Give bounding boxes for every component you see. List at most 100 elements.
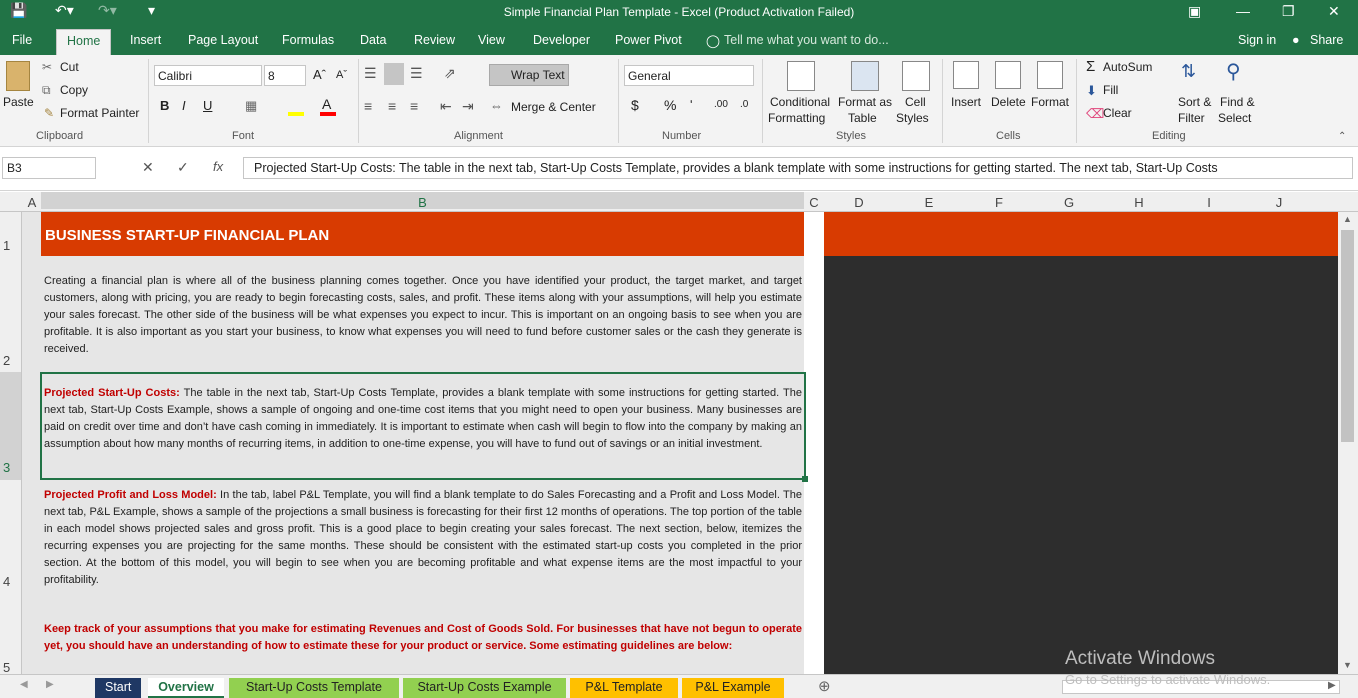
assumptions-paragraph[interactable]: Keep track of your assumptions that you … (44, 621, 802, 655)
column-header-b[interactable]: B (41, 192, 804, 210)
row-header-4[interactable]: 4 (3, 574, 10, 589)
number-format-select[interactable]: General (624, 65, 754, 86)
paste-button[interactable]: Paste (3, 95, 34, 109)
startup-costs-paragraph[interactable]: Projected Start-Up Costs: The table in t… (44, 385, 802, 453)
prev-sheet-icon[interactable]: ◀ (20, 679, 28, 690)
insert-cells-icon[interactable] (953, 61, 979, 89)
cancel-icon[interactable]: ✕ (142, 159, 154, 176)
tab-developer[interactable]: Developer (533, 33, 590, 47)
tab-view[interactable]: View (478, 33, 505, 47)
row-header-1[interactable]: 1 (3, 238, 10, 253)
comma-icon[interactable]: ʹ (690, 97, 692, 112)
tab-page-layout[interactable]: Page Layout (188, 33, 258, 47)
sheet-tab-pl-example[interactable]: P&L Example (682, 678, 784, 698)
format-as-table-label1[interactable]: Format as (838, 95, 892, 109)
font-color-icon[interactable]: A (322, 96, 331, 112)
scroll-down-icon[interactable]: ▼ (1343, 660, 1352, 670)
tab-insert[interactable]: Insert (130, 33, 161, 47)
sort-filter-icon[interactable]: ⇅ (1181, 61, 1196, 82)
sort-filter-label1[interactable]: Sort & (1178, 95, 1211, 109)
intro-paragraph[interactable]: Creating a financial plan is where all o… (44, 273, 802, 358)
bold-icon[interactable]: B (160, 98, 169, 113)
column-header-f[interactable]: F (964, 195, 1034, 210)
next-sheet-icon[interactable]: ▶ (46, 679, 54, 690)
scroll-up-icon[interactable]: ▲ (1343, 214, 1352, 224)
column-header-d[interactable]: D (824, 195, 894, 210)
orientation-icon[interactable]: ⇗ (444, 65, 456, 82)
cut-button[interactable]: Cut (60, 60, 79, 74)
fill-color-icon[interactable] (288, 112, 304, 116)
align-top-icon[interactable]: ☰ (364, 65, 377, 82)
column-header-h[interactable]: H (1104, 195, 1174, 210)
sheet-tab-overview[interactable]: Overview (148, 678, 224, 698)
borders-icon[interactable]: ▦ (245, 98, 257, 114)
delete-cells-icon[interactable] (995, 61, 1021, 89)
decrease-decimal-icon[interactable]: .0 (740, 99, 748, 110)
share-button[interactable]: Share (1310, 33, 1343, 47)
sheet-title[interactable]: BUSINESS START-UP FINANCIAL PLAN (45, 227, 329, 244)
scroll-thumb[interactable] (1341, 230, 1354, 442)
currency-icon[interactable]: $ (631, 97, 639, 113)
row-header-5[interactable]: 5 (3, 660, 10, 675)
font-name-select[interactable]: Calibri (154, 65, 262, 86)
format-as-table-icon[interactable] (851, 61, 879, 91)
cell-styles-label2[interactable]: Styles (896, 111, 929, 125)
tab-data[interactable]: Data (360, 33, 386, 47)
column-header-a[interactable]: A (24, 195, 40, 210)
sign-in-link[interactable]: Sign in (1238, 33, 1276, 47)
column-header-g[interactable]: G (1034, 195, 1104, 210)
column-header-i[interactable]: I (1174, 195, 1244, 210)
align-bottom-icon[interactable]: ☰ (410, 65, 423, 82)
vertical-scrollbar[interactable]: ▲ ▼ (1338, 212, 1358, 674)
insert-cells-button[interactable]: Insert (951, 95, 981, 109)
clear-button[interactable]: Clear (1103, 106, 1132, 120)
format-cells-icon[interactable] (1037, 61, 1063, 89)
conditional-formatting-icon[interactable] (787, 61, 815, 91)
tab-power-pivot[interactable]: Power Pivot (615, 33, 682, 47)
cell-styles-label1[interactable]: Cell (905, 95, 926, 109)
percent-icon[interactable]: % (664, 97, 676, 113)
tab-file[interactable]: File (12, 33, 32, 47)
column-header-j[interactable]: J (1244, 195, 1314, 210)
sheet-tab-startup-costs-template[interactable]: Start-Up Costs Template (229, 678, 399, 698)
font-size-select[interactable]: 8 (264, 65, 306, 86)
sheet-tab-startup-costs-example[interactable]: Start-Up Costs Example (403, 678, 566, 698)
profit-loss-paragraph[interactable]: Projected Profit and Loss Model: In the … (44, 487, 802, 589)
format-painter-button[interactable]: Format Painter (60, 106, 139, 120)
grow-font-icon[interactable]: Aˆ (313, 67, 326, 82)
paste-icon[interactable] (6, 61, 30, 91)
row-header-3[interactable]: 3 (3, 460, 10, 475)
add-sheet-icon[interactable]: ⊕ (818, 677, 831, 695)
enter-icon[interactable]: ✓ (177, 159, 189, 176)
underline-icon[interactable]: U (203, 98, 212, 113)
row-header-2[interactable]: 2 (3, 353, 10, 368)
fill-button[interactable]: Fill (1103, 83, 1118, 97)
decrease-indent-icon[interactable]: ⇤ (440, 98, 452, 115)
insert-function-icon[interactable]: fx (213, 159, 223, 174)
format-cells-button[interactable]: Format (1031, 95, 1069, 109)
shrink-font-icon[interactable]: Aˇ (336, 69, 347, 81)
tell-me-search[interactable]: Tell me what you want to do... (724, 33, 889, 47)
conditional-formatting-label2[interactable]: Formatting (768, 111, 825, 125)
find-select-icon[interactable]: ⚲ (1226, 59, 1241, 84)
increase-indent-icon[interactable]: ⇥ (462, 98, 474, 115)
restore-icon[interactable]: ❐ (1282, 3, 1295, 20)
column-header-c[interactable]: C (805, 195, 823, 210)
align-middle-icon[interactable] (384, 63, 404, 85)
fill-handle[interactable] (802, 476, 808, 482)
sheet-tab-start[interactable]: Start (95, 678, 141, 698)
minimize-icon[interactable]: — (1236, 3, 1250, 19)
ribbon-display-icon[interactable]: ▣ (1188, 3, 1201, 20)
close-icon[interactable]: ✕ (1328, 3, 1340, 20)
name-box[interactable]: B3 (2, 157, 96, 179)
delete-cells-button[interactable]: Delete (991, 95, 1026, 109)
column-header-e[interactable]: E (894, 195, 964, 210)
italic-icon[interactable]: I (182, 98, 186, 113)
conditional-formatting-label1[interactable]: Conditional (770, 95, 830, 109)
find-select-label2[interactable]: Select (1218, 111, 1251, 125)
formula-input[interactable]: Projected Start-Up Costs: The table in t… (243, 157, 1353, 179)
merge-center-button[interactable]: Merge & Center (511, 100, 596, 114)
align-center-icon[interactable]: ≡ (388, 98, 396, 114)
sort-filter-label2[interactable]: Filter (1178, 111, 1205, 125)
sheet-tab-pl-template[interactable]: P&L Template (570, 678, 678, 698)
